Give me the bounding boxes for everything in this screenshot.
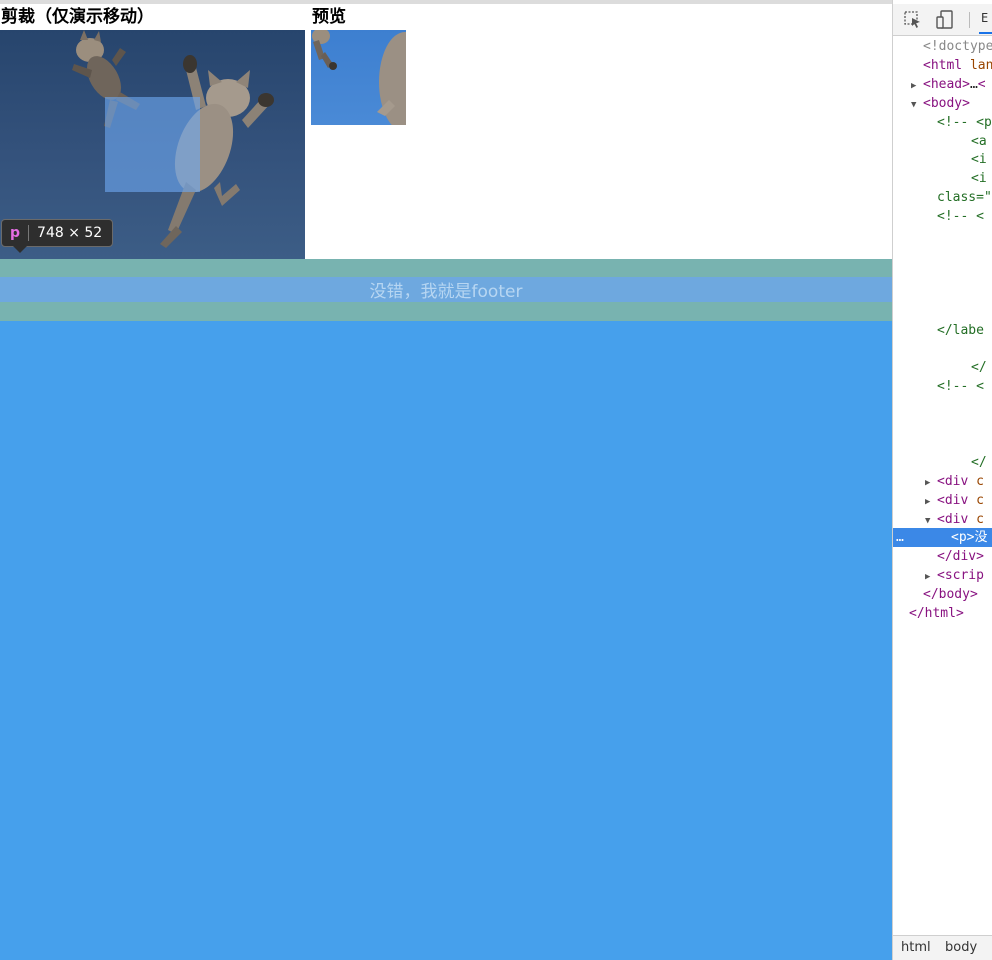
breadcrumb-body[interactable]: body: [945, 940, 977, 955]
inspect-cursor-icon[interactable]: [903, 10, 923, 30]
expanded-triangle-icon[interactable]: ▼: [925, 512, 937, 529]
top-border: [0, 0, 892, 4]
dom-tree-line[interactable]: [893, 302, 992, 321]
code-token: c: [976, 511, 984, 527]
dom-tree-line[interactable]: </html>: [893, 604, 992, 623]
code-token: <scrip: [937, 568, 984, 584]
dom-tree-line[interactable]: [893, 283, 992, 302]
dom-tree-line[interactable]: <!-- <: [893, 377, 992, 396]
footer-container: 没错，我就是footer: [0, 259, 892, 321]
preview-image: [311, 30, 406, 125]
code-token: </body>: [923, 587, 978, 603]
code-token: <: [977, 76, 986, 92]
element-inspector-tooltip: p 748 × 52: [1, 219, 114, 247]
tooltip-dimensions: 748 × 52: [37, 225, 103, 241]
dom-tree-line[interactable]: [893, 415, 992, 434]
code-token: </html>: [909, 606, 964, 621]
code-token: c: [976, 473, 984, 489]
dom-tree-line[interactable]: <i: [893, 169, 992, 188]
code-token: class=": [937, 190, 992, 206]
dom-tree-line[interactable]: ▼ <div c: [893, 510, 992, 529]
collapsed-triangle-icon[interactable]: ▶: [925, 493, 937, 510]
dom-tree-line[interactable]: [893, 264, 992, 283]
code-token: </div>: [937, 549, 984, 565]
dom-tree-line[interactable]: [893, 226, 992, 245]
collapsed-triangle-icon[interactable]: ▶: [925, 568, 937, 585]
device-toggle-icon[interactable]: [935, 10, 955, 30]
dom-tree-line[interactable]: </labe: [893, 321, 992, 340]
dom-tree-line[interactable]: <a: [893, 132, 992, 151]
code-token: <p>: [951, 530, 975, 546]
preview-heading: 预览: [312, 7, 346, 27]
expanded-triangle-icon[interactable]: ▼: [911, 96, 923, 113]
tab-elements[interactable]: E: [981, 11, 988, 25]
code-token: <div: [937, 473, 977, 489]
devtools-toolbar: E: [893, 4, 992, 36]
code-token: <!-- <: [937, 379, 984, 395]
code-token: …: [969, 76, 978, 92]
code-token: 没: [974, 530, 988, 546]
dom-tree-line[interactable]: [893, 396, 992, 415]
code-token: <div: [937, 511, 977, 527]
code-token: <html: [923, 57, 970, 73]
tooltip-pointer: [13, 246, 27, 253]
dom-tree-line[interactable]: ▶ <head>…<: [893, 75, 992, 94]
collapsed-triangle-icon[interactable]: ▶: [925, 474, 937, 491]
dom-tree-line[interactable]: </: [893, 358, 992, 377]
dom-tree-line[interactable]: … <p>没: [893, 528, 992, 548]
code-token: <i: [971, 152, 987, 168]
devtools-breadcrumb-bar: html body: [893, 935, 992, 960]
devtools-panel: E <!doctype<html lang▶<head>…<▼<body><!-…: [892, 0, 992, 960]
dom-tree-line[interactable]: </body>: [893, 585, 992, 604]
collapsed-triangle-icon[interactable]: ▶: [911, 77, 923, 94]
active-tab-indicator: [979, 32, 992, 34]
dom-tree-line[interactable]: class=": [893, 188, 992, 207]
selected-row-marker[interactable]: …: [896, 528, 904, 547]
footer-paragraph: 没错，我就是footer: [0, 277, 892, 302]
dom-tree-line[interactable]: ▶ <div c: [893, 472, 992, 491]
crop-heading: 剪裁（仅演示移动）: [1, 7, 154, 27]
code-token: <body>: [923, 95, 970, 111]
dom-tree-line[interactable]: ▼ <body>: [893, 94, 992, 113]
code-token: lang: [969, 57, 992, 73]
dom-tree-line[interactable]: [893, 339, 992, 358]
breadcrumb-html[interactable]: html: [901, 940, 931, 955]
code-token: <!-- <p: [937, 114, 992, 130]
dom-tree-line[interactable]: ▶ <div c: [893, 491, 992, 510]
code-token: <i: [971, 171, 987, 187]
dom-tree-line[interactable]: <html lang: [893, 56, 992, 75]
dom-tree-line[interactable]: <!-- <: [893, 207, 992, 226]
code-token: c: [976, 492, 984, 508]
dom-tree-line[interactable]: ▶ <scrip: [893, 566, 992, 585]
code-token: <!doctype: [923, 39, 992, 54]
tooltip-tag-name: p: [10, 225, 30, 241]
code-token: </: [971, 454, 987, 470]
code-token: <head>: [923, 76, 970, 92]
code-token: <!-- <: [937, 209, 984, 225]
code-token: <div: [937, 492, 977, 508]
code-token: </: [971, 360, 987, 376]
preview-kitten-graphic: [312, 30, 406, 125]
dom-tree-line[interactable]: </: [893, 453, 992, 472]
dom-tree-line[interactable]: </div>: [893, 547, 992, 566]
crop-selection-box[interactable]: [105, 97, 200, 192]
dom-tree-line[interactable]: [893, 434, 992, 453]
dom-tree-line[interactable]: [893, 245, 992, 264]
blue-body-area: [0, 321, 892, 960]
code-token: </labe: [937, 322, 984, 338]
dom-tree-line[interactable]: <!-- <p: [893, 113, 992, 132]
dom-tree-line[interactable]: <i: [893, 150, 992, 169]
code-token: <a: [971, 133, 987, 149]
footer-text: 没错，我就是footer: [369, 282, 523, 302]
webpage-viewport: 剪裁（仅演示移动） 预览 p 748 × 52 没错，我就是footer: [0, 0, 892, 960]
toolbar-separator: [969, 12, 970, 28]
dom-tree-line[interactable]: <!doctype: [893, 37, 992, 56]
